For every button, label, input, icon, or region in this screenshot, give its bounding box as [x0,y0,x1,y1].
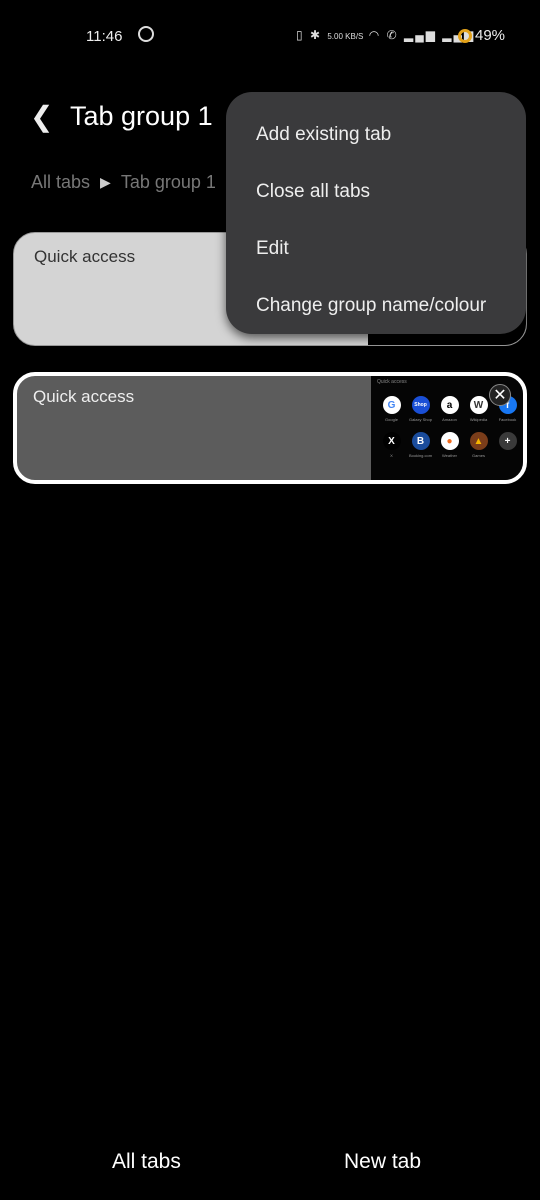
app-name: Galaxy Shop [409,417,432,422]
close-tab-button[interactable]: ✕ [489,384,511,406]
signal-icon: ▂▄▆ [403,28,437,42]
net-speed: 5.00 KB/S [327,32,364,41]
app-icon: ● [440,432,459,450]
quick-access-app: ▲ Games [464,432,493,458]
breadcrumb-arrow-icon: ▶ [100,174,111,190]
app-icon: W [469,396,488,414]
quick-access-app: XX [377,432,406,458]
quick-access-app: B Booking.com [406,432,435,458]
bluetooth-icon: ✱ [309,28,323,42]
app-name: Games [472,453,485,458]
quick-access-app: a Amazon [435,396,464,422]
breadcrumb: All tabs ▶ Tab group 1 [31,172,216,193]
status-icons: ▯ ✱ 5.00 KB/S ◠ ✆ ▂▄▆ ▂▄▆ [296,28,475,42]
tab-card-selected[interactable]: Quick access Quick access G Google Shop Gal… [13,372,527,484]
menu-item-add-existing-tab[interactable]: Add existing tab [226,106,526,163]
vibrate-icon: ▯ [296,28,305,42]
app-name: X [390,453,393,458]
status-bar: 11:46 ▯ ✱ 5.00 KB/S ◠ ✆ ▂▄▆ ▂▄▆ 49% [0,26,540,48]
menu-item-change-group-name[interactable]: Change group name/colour [226,277,526,334]
new-tab-button[interactable]: New tab [344,1150,421,1174]
app-name: Weather [441,453,458,458]
menu-item-edit[interactable]: Edit [226,220,526,277]
app-name: Wikipedia [469,417,488,422]
app-icon: X [382,432,401,450]
all-tabs-button[interactable]: All tabs [112,1150,181,1174]
thumbnail-title: Quick access [377,379,407,385]
app-name: Booking.com [408,453,433,458]
clock: 11:46 [86,28,123,45]
app-icon: ▲ [469,432,488,450]
back-button[interactable]: ❮ [30,100,70,133]
app-icon: B [411,432,430,450]
quick-access-app: + [493,432,522,458]
wifi-icon: ◠ [368,28,382,42]
battery-level: 49% [475,27,506,44]
tab-title: Quick access [34,247,136,266]
menu-item-close-all-tabs[interactable]: Close all tabs [226,163,526,220]
app-icon: a [440,396,459,414]
wifi-call-icon: ✆ [386,28,399,42]
breadcrumb-current: Tab group 1 [120,172,216,192]
quick-access-app: G Google [377,396,406,422]
app-icon: Shop [411,396,430,414]
app-name: Amazon [442,417,457,422]
breadcrumb-all-tabs[interactable]: All tabs [31,172,90,193]
app-icon: G [382,396,401,414]
app-name: Facebook [498,417,517,422]
battery-saver-icon [458,28,472,43]
app-icon: + [498,432,517,450]
tab-title: Quick access [33,387,135,406]
overflow-menu: Add existing tab Close all tabs Edit Cha… [226,92,526,334]
quick-access-app: W Wikipedia [464,396,493,422]
quick-access-app: Shop Galaxy Shop [406,396,435,422]
page-title: Tab group 1 [70,101,213,131]
whatsapp-icon [138,26,154,42]
quick-access-app: ● Weather [435,432,464,458]
app-name: Google [385,417,398,422]
